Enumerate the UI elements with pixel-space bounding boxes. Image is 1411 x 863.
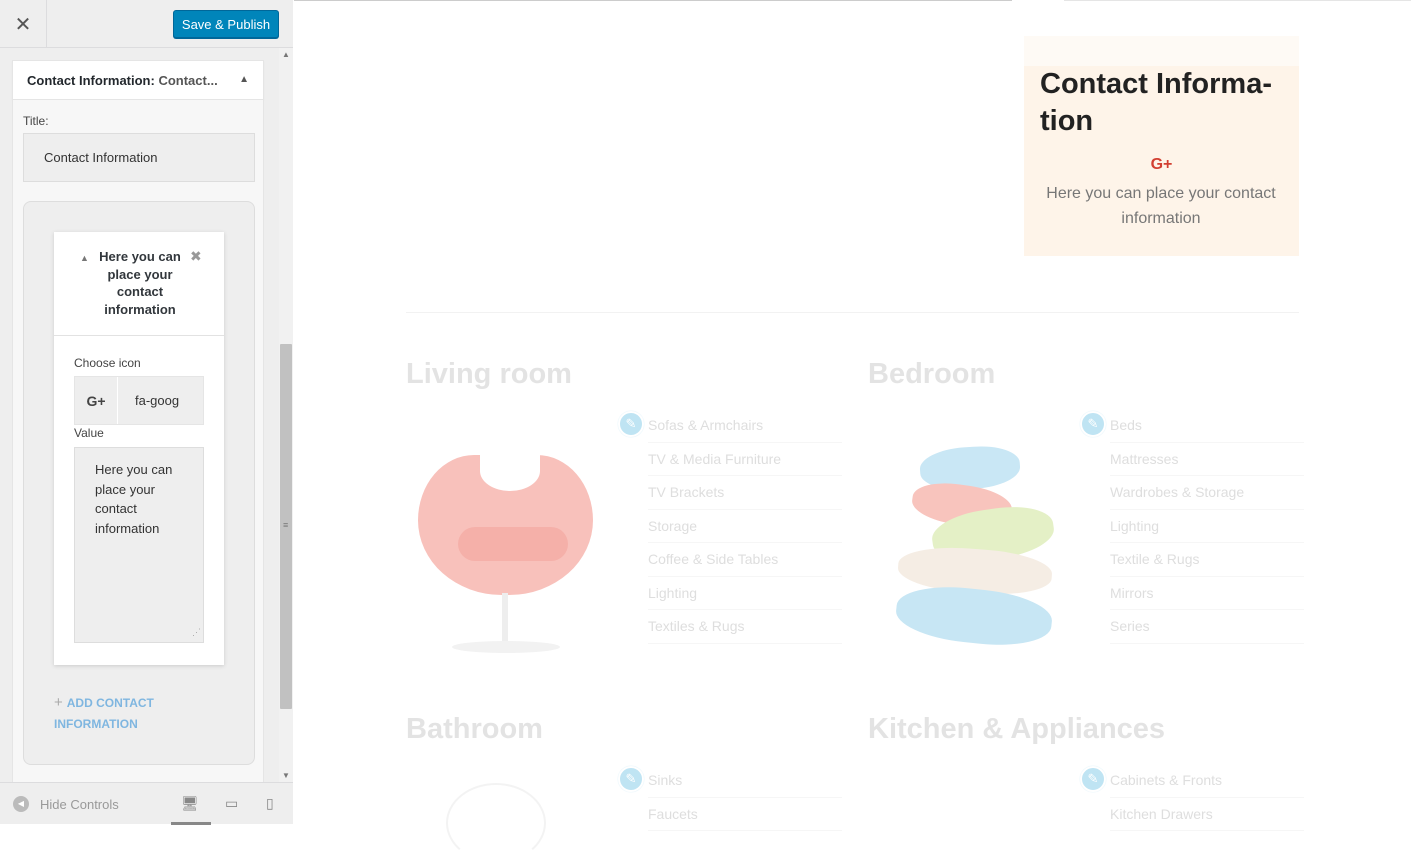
- list-item[interactable]: Lighting: [1110, 510, 1304, 543]
- bedroom-list: Beds Mattresses Wardrobes & Storage Ligh…: [1110, 409, 1304, 644]
- living-room-list: Sofas & Armchairs TV & Media Furniture T…: [648, 409, 842, 644]
- plus-icon: +: [54, 694, 63, 711]
- widget-title-bar[interactable]: Contact Information: Contact... ▲: [12, 60, 264, 100]
- google-plus-icon[interactable]: G+: [75, 377, 118, 424]
- chair-base: [452, 641, 560, 653]
- chair-image: [410, 451, 600, 655]
- list-item[interactable]: Textile & Rugs: [1110, 543, 1304, 577]
- close-icon[interactable]: ✕: [0, 0, 47, 48]
- list-item[interactable]: Kitchen Drawers: [1110, 798, 1304, 831]
- list-item[interactable]: Cabinets & Fronts: [1110, 764, 1304, 798]
- contact-widget-text: Here you can place your contact informat…: [1046, 185, 1276, 227]
- title-label: Title:: [23, 114, 49, 128]
- kitchen-list: Cabinets & Fronts Kitchen Drawers: [1110, 764, 1304, 831]
- section-divider: [406, 312, 1299, 313]
- category-title-living-room: Living room: [406, 358, 572, 390]
- widget-title: Contact Information: Contact...: [27, 73, 218, 88]
- list-item[interactable]: Series: [1110, 610, 1304, 644]
- pillows-image: [892, 443, 1062, 657]
- list-item[interactable]: Sofas & Armchairs: [648, 409, 842, 443]
- contact-widget-title: Contact Informa-tion: [1040, 68, 1272, 137]
- contact-item-title: Here you can place your contact informat…: [99, 249, 181, 317]
- scroll-up-icon[interactable]: ▲: [282, 50, 290, 59]
- mobile-preview-icon[interactable]: ▯: [266, 795, 274, 812]
- site-preview: Contact Informa-tion G+ Here you can pla…: [294, 0, 1411, 863]
- hide-controls-button[interactable]: ◀ Hide Controls: [13, 796, 119, 812]
- list-item[interactable]: Mirrors: [1110, 577, 1304, 610]
- collapse-arrow-icon[interactable]: ▲: [239, 74, 249, 85]
- item-collapse-arrow-icon[interactable]: ▲: [80, 253, 89, 263]
- category-title-bathroom: Bathroom: [406, 713, 543, 745]
- chair-notch: [480, 451, 540, 491]
- list-item[interactable]: Coffee & Side Tables: [648, 543, 842, 577]
- list-item[interactable]: Storage: [648, 510, 842, 543]
- remove-item-icon[interactable]: ✖: [190, 249, 202, 265]
- list-item[interactable]: Beds: [1110, 409, 1304, 443]
- customizer-panel: ✕ Save & Publish Contact Information: Co…: [0, 0, 293, 825]
- top-divider-right: [1064, 0, 1411, 1]
- chair-stem: [502, 593, 508, 645]
- desktop-preview-icon[interactable]: 🖥: [181, 795, 199, 812]
- list-item[interactable]: Lighting: [648, 577, 842, 610]
- google-plus-icon[interactable]: G+: [1024, 156, 1299, 174]
- list-item[interactable]: TV & Media Furniture: [648, 443, 842, 476]
- add-contact-button[interactable]: + ADD CONTACT INFORMATION: [54, 692, 204, 735]
- category-title-kitchen: Kitchen & Appliances: [868, 713, 1166, 745]
- scroll-thumb[interactable]: ≡: [280, 344, 292, 709]
- scroll-grip-icon: ≡: [283, 520, 289, 530]
- widget-title-main: Contact Information:: [27, 73, 155, 88]
- list-item[interactable]: Sinks: [648, 764, 842, 798]
- list-item[interactable]: Textiles & Rugs: [648, 610, 842, 644]
- list-item[interactable]: Faucets: [648, 798, 842, 831]
- top-divider: [294, 0, 1012, 1]
- hide-controls-icon: ◀: [13, 796, 29, 812]
- chair-cushion: [458, 527, 568, 561]
- contact-box-band: [1024, 36, 1299, 66]
- widget-scroll-area: Contact Information: Contact... ▲ Title:…: [0, 48, 279, 782]
- pillow: [893, 580, 1055, 652]
- chair-seat: [418, 451, 593, 595]
- list-item[interactable]: Wardrobes & Storage: [1110, 476, 1304, 510]
- resize-grip-icon[interactable]: ⋰: [192, 623, 201, 643]
- contact-repeater: ▲ Here you can place your contact inform…: [23, 201, 255, 765]
- contact-item-header[interactable]: ▲ Here you can place your contact inform…: [54, 232, 224, 336]
- contact-widget-preview[interactable]: Contact Informa-tion G+ Here you can pla…: [1024, 36, 1299, 256]
- add-contact-label: ADD CONTACT INFORMATION: [54, 696, 154, 731]
- value-label: Value: [74, 426, 104, 440]
- title-input[interactable]: Contact Information: [23, 133, 255, 182]
- value-textarea-text: Here you can place your contact informat…: [95, 462, 173, 536]
- tablet-preview-icon[interactable]: ▭: [225, 795, 238, 812]
- contact-item-card: ▲ Here you can place your contact inform…: [54, 232, 224, 665]
- widget-title-sub: Contact...: [158, 73, 218, 88]
- bathroom-image: [446, 783, 546, 863]
- icon-picker[interactable]: G+ fa-goog: [74, 376, 204, 425]
- category-title-bedroom: Bedroom: [868, 358, 996, 390]
- edit-pencil-icon[interactable]: ✎: [618, 411, 644, 437]
- edit-pencil-icon[interactable]: ✎: [618, 766, 644, 792]
- bathroom-list: Sinks Faucets: [648, 764, 842, 831]
- icon-picker-value[interactable]: fa-goog: [135, 393, 179, 408]
- choose-icon-label: Choose icon: [74, 356, 141, 370]
- edit-pencil-icon[interactable]: ✎: [1080, 411, 1106, 437]
- panel-scrollbar[interactable]: ▲ ≡ ▼: [279, 48, 293, 782]
- list-item[interactable]: Mattresses: [1110, 443, 1304, 476]
- edit-pencil-icon[interactable]: ✎: [1080, 766, 1106, 792]
- list-item[interactable]: TV Brackets: [648, 476, 842, 510]
- scroll-down-icon[interactable]: ▼: [282, 771, 290, 780]
- save-publish-button[interactable]: Save & Publish: [173, 10, 279, 38]
- value-textarea[interactable]: Here you can place your contact informat…: [74, 447, 204, 643]
- panel-header: ✕ Save & Publish: [0, 0, 293, 48]
- hide-controls-label: Hide Controls: [40, 796, 119, 812]
- widget-body: Title: Contact Information ▲ Here you ca…: [12, 100, 264, 782]
- footer-bar: ◀ Hide Controls 🖥 ▭ ▯: [0, 782, 293, 825]
